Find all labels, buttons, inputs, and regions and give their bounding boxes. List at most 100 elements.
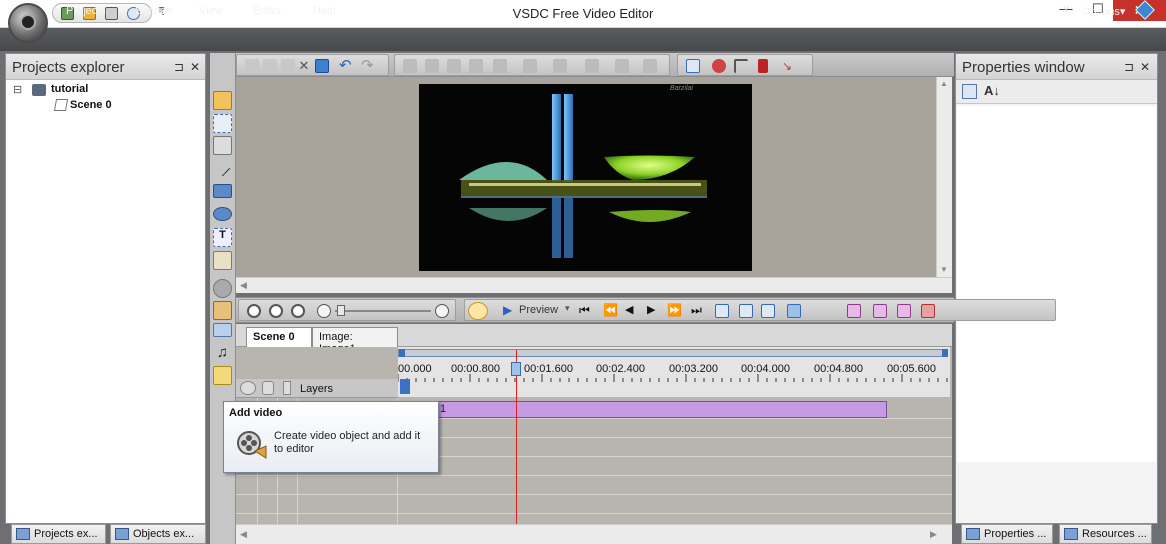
- zoom-fit-icon[interactable]: [291, 304, 305, 318]
- paste-icon[interactable]: [281, 59, 295, 73]
- layer-settings-icon[interactable]: [283, 381, 291, 395]
- zoom-out-icon[interactable]: [269, 304, 283, 318]
- zoom-slider[interactable]: [335, 310, 431, 312]
- step-back-icon[interactable]: ◀: [625, 303, 633, 316]
- select-tool-icon[interactable]: [213, 91, 232, 110]
- cut-icon[interactable]: [245, 59, 259, 73]
- align-left-icon[interactable]: [403, 59, 417, 73]
- same-size-icon[interactable]: [585, 59, 599, 73]
- distribute-vertical-icon[interactable]: [553, 59, 567, 73]
- sprite-tool-icon[interactable]: [213, 279, 232, 298]
- timeline-scroll-track[interactable]: [398, 349, 947, 357]
- snap-icon[interactable]: [712, 59, 726, 73]
- scroll-left-icon[interactable]: ◀: [240, 280, 247, 291]
- flip-icon[interactable]: [643, 59, 657, 73]
- chart-tool-icon[interactable]: [213, 323, 232, 337]
- redo-icon[interactable]: ↷: [361, 58, 375, 73]
- select-all-icon[interactable]: [315, 59, 329, 73]
- timeline-clip[interactable]: [398, 401, 887, 418]
- align-clip-right-icon[interactable]: [873, 304, 887, 318]
- subtitle-tool-icon[interactable]: [213, 251, 232, 270]
- menu-projects[interactable]: Projects: [66, 5, 106, 17]
- lock-icon[interactable]: [262, 381, 274, 395]
- ruler-end-marker[interactable]: [942, 349, 948, 357]
- line-tool-icon[interactable]: [214, 160, 231, 177]
- go-start-icon[interactable]: ⏮: [579, 303, 590, 318]
- grid-icon[interactable]: [686, 59, 700, 73]
- rectangle-tool-icon[interactable]: [213, 184, 232, 198]
- crop-tool-icon[interactable]: [213, 114, 232, 133]
- move-clip-icon[interactable]: [897, 304, 911, 318]
- text-tool-icon[interactable]: T: [213, 228, 232, 247]
- loop-icon[interactable]: [787, 304, 801, 318]
- tab-properties[interactable]: Properties ...: [961, 524, 1053, 544]
- menu-view[interactable]: View: [199, 5, 223, 17]
- zoom-minus-icon[interactable]: [317, 304, 331, 318]
- tab-scene-0[interactable]: Scene 0: [246, 327, 312, 347]
- pin-icon[interactable]: ⊐: [1124, 60, 1134, 74]
- zoom-slider-thumb[interactable]: [337, 305, 345, 316]
- fast-forward-icon[interactable]: ⏩: [667, 303, 682, 317]
- align-right-icon[interactable]: [447, 59, 461, 73]
- image-tool-icon[interactable]: [213, 301, 232, 320]
- preview-dropdown-icon[interactable]: ▾: [565, 303, 570, 314]
- delete-icon[interactable]: ✕: [297, 59, 311, 73]
- ruler-start-marker[interactable]: [399, 349, 405, 357]
- split-icon[interactable]: [761, 304, 775, 318]
- mark-out-icon[interactable]: [739, 304, 753, 318]
- scroll-left-icon[interactable]: ◀: [240, 529, 247, 540]
- playhead[interactable]: [516, 350, 517, 524]
- scroll-right-icon[interactable]: ▶: [930, 529, 937, 540]
- playhead-handle[interactable]: [511, 362, 521, 376]
- ellipse-tool-icon[interactable]: [213, 207, 232, 221]
- rewind-icon[interactable]: ⏪: [603, 303, 618, 317]
- zoom-plus-icon[interactable]: [435, 304, 449, 318]
- rotate-icon[interactable]: [615, 59, 629, 73]
- close-panel-icon[interactable]: ✕: [190, 60, 200, 74]
- stretch-tool-icon[interactable]: [213, 136, 232, 155]
- menu-editor[interactable]: Editor: [253, 5, 282, 17]
- go-end-icon[interactable]: ⏭: [691, 303, 702, 318]
- preview-horizontal-scrollbar[interactable]: ◀: [236, 277, 952, 293]
- distribute-horizontal-icon[interactable]: [523, 59, 537, 73]
- pin-icon[interactable]: ⊐: [174, 60, 184, 74]
- copy-icon[interactable]: [263, 59, 277, 73]
- trim-icon[interactable]: ↘: [782, 59, 796, 73]
- align-clip-left-icon[interactable]: [847, 304, 861, 318]
- step-forward-icon[interactable]: ▶: [647, 303, 655, 316]
- sort-az-icon[interactable]: A↓: [984, 83, 1000, 98]
- scroll-down-icon[interactable]: ▼: [940, 265, 948, 274]
- menu-scenes[interactable]: Scenes: [135, 5, 172, 17]
- close-panel-icon[interactable]: ✕: [1140, 60, 1150, 74]
- marker-icon[interactable]: [758, 59, 768, 73]
- tree-item-scene[interactable]: Scene 0: [70, 99, 112, 111]
- guides-icon[interactable]: [734, 59, 748, 73]
- preview-button-label[interactable]: Preview: [519, 304, 558, 316]
- align-middle-icon[interactable]: [493, 59, 507, 73]
- options-menu[interactable]: Options▾: [1082, 5, 1125, 18]
- tab-resources[interactable]: Resources ...: [1059, 524, 1152, 544]
- play-icon[interactable]: ▶: [503, 303, 512, 317]
- tab-projects-explorer[interactable]: Projects ex...: [11, 524, 106, 544]
- undo-icon[interactable]: ↶: [339, 58, 353, 73]
- remove-clip-icon[interactable]: [921, 304, 935, 318]
- timeline-horizontal-scrollbar[interactable]: ◀ ▶: [236, 524, 952, 544]
- clock-icon[interactable]: [468, 302, 488, 320]
- timeline-start-marker[interactable]: [400, 379, 410, 394]
- align-top-icon[interactable]: [469, 59, 483, 73]
- ribbon-collapse-icon[interactable]: ˅: [1063, 4, 1069, 15]
- tab-objects-explorer[interactable]: Objects ex...: [110, 524, 206, 544]
- audio-tool-icon[interactable]: ♫: [213, 344, 232, 363]
- scroll-up-icon[interactable]: ▲: [940, 79, 948, 88]
- menu-help[interactable]: Help: [313, 5, 336, 17]
- tab-image-image1[interactable]: Image: Image1: [312, 327, 398, 355]
- eye-icon[interactable]: [240, 381, 256, 395]
- zoom-in-icon[interactable]: [247, 304, 261, 318]
- categorized-icon[interactable]: [962, 84, 977, 99]
- app-menu-button[interactable]: [8, 3, 48, 43]
- tree-expander-icon[interactable]: ⊟: [13, 83, 22, 96]
- add-video-tool-icon[interactable]: [213, 366, 232, 385]
- mark-in-icon[interactable]: [715, 304, 729, 318]
- align-center-icon[interactable]: [425, 59, 439, 73]
- preview-vertical-scrollbar[interactable]: ▲ ▼: [936, 77, 952, 277]
